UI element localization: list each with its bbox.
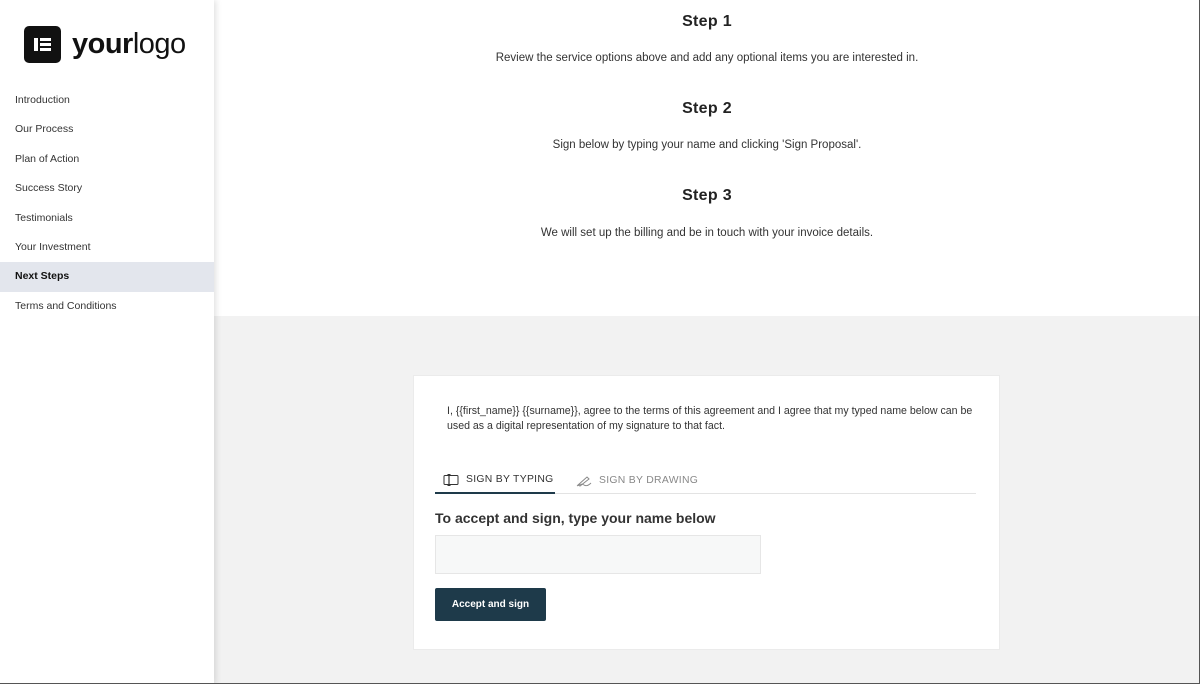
signature-tabs: SIGN BY TYPING SIGN BY DRAWING xyxy=(435,467,976,494)
sign-name-label: To accept and sign, type your name below xyxy=(435,510,716,526)
tab-sign-by-typing-label: SIGN BY TYPING xyxy=(466,474,554,485)
sidebar-item-your-investment[interactable]: Your Investment xyxy=(0,233,214,262)
logo-text-bold: your xyxy=(72,28,133,60)
signature-card: I, {{first_name}} {{surname}}, agree to … xyxy=(413,375,1000,650)
sidebar: yourlogo Introduction Our Process Plan o… xyxy=(0,0,214,684)
sidebar-item-testimonials[interactable]: Testimonials xyxy=(0,204,214,233)
tab-sign-by-drawing[interactable]: SIGN BY DRAWING xyxy=(576,467,716,494)
sidebar-item-introduction[interactable]: Introduction xyxy=(0,86,214,115)
sidebar-nav: Introduction Our Process Plan of Action … xyxy=(0,86,214,321)
step-1-description: Review the service options above and add… xyxy=(495,52,919,64)
sidebar-item-our-process[interactable]: Our Process xyxy=(0,115,214,144)
keyboard-icon xyxy=(443,473,459,486)
agreement-text: I, {{first_name}} {{surname}}, agree to … xyxy=(447,405,973,432)
logo[interactable]: yourlogo xyxy=(24,26,186,63)
step-1-title: Step 1 xyxy=(682,13,732,30)
tab-sign-by-drawing-label: SIGN BY DRAWING xyxy=(599,475,699,486)
sidebar-item-terms-and-conditions[interactable]: Terms and Conditions xyxy=(0,292,214,321)
logo-text-regular: logo xyxy=(132,28,186,60)
sidebar-item-next-steps[interactable]: Next Steps xyxy=(0,262,214,292)
tab-sign-by-typing[interactable]: SIGN BY TYPING xyxy=(435,467,555,494)
step-3-title: Step 3 xyxy=(682,187,732,204)
step-3-description: We will set up the billing and be in tou… xyxy=(540,227,874,239)
sidebar-item-success-story[interactable]: Success Story xyxy=(0,174,214,203)
signature-name-input[interactable] xyxy=(435,535,761,574)
logo-text: yourlogo xyxy=(72,30,186,59)
sidebar-item-plan-of-action[interactable]: Plan of Action xyxy=(0,145,214,174)
pen-icon xyxy=(576,475,592,487)
next-steps-section: Step 1 Review the service options above … xyxy=(214,0,1200,316)
step-2-description: Sign below by typing your name and click… xyxy=(552,139,862,151)
logo-mark-icon xyxy=(24,26,61,63)
step-2-title: Step 2 xyxy=(682,100,732,117)
signature-section: I, {{first_name}} {{surname}}, agree to … xyxy=(214,316,1200,684)
accept-and-sign-button[interactable]: Accept and sign xyxy=(435,588,546,621)
